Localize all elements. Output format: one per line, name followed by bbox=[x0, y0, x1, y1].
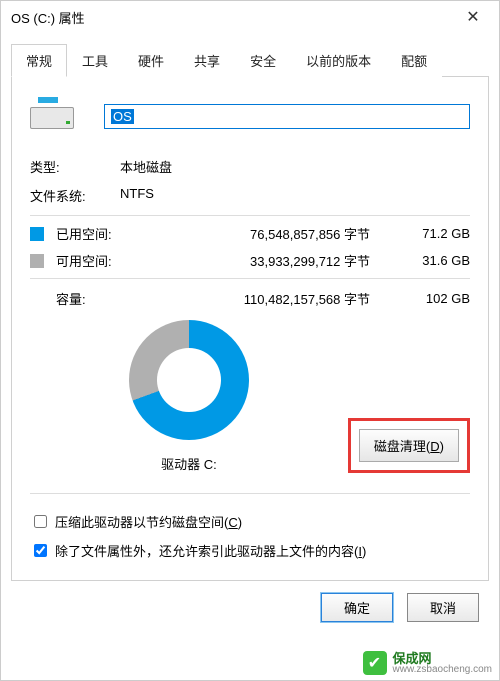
separator bbox=[30, 215, 470, 216]
used-bytes: 76,548,857,856 字节 bbox=[142, 224, 410, 243]
tab-security[interactable]: 安全 bbox=[235, 44, 291, 77]
tab-tools[interactable]: 工具 bbox=[67, 44, 123, 77]
watermark-url: www.zsbaocheng.com bbox=[393, 665, 493, 675]
tab-previous[interactable]: 以前的版本 bbox=[291, 44, 386, 77]
free-human: 31.6 GB bbox=[410, 253, 470, 268]
used-human: 71.2 GB bbox=[410, 226, 470, 241]
separator bbox=[30, 493, 470, 494]
drive-name-value: OS bbox=[111, 109, 134, 124]
tab-strip: 常规 工具 硬件 共享 安全 以前的版本 配额 bbox=[11, 43, 489, 77]
close-button[interactable]: ✕ bbox=[453, 4, 493, 30]
watermark-logo-icon: ✔ bbox=[363, 651, 387, 675]
capacity-label: 容量: bbox=[56, 289, 142, 308]
tab-general[interactable]: 常规 bbox=[11, 44, 67, 77]
separator bbox=[30, 278, 470, 279]
watermark-name: 保成网 bbox=[393, 652, 493, 665]
compress-label: 压缩此驱动器以节约磁盘空间(C) bbox=[55, 512, 242, 531]
highlight-box: 磁盘清理(D) bbox=[348, 418, 470, 473]
cancel-button[interactable]: 取消 bbox=[407, 593, 479, 622]
dialog-footer: 确定 取消 bbox=[11, 581, 489, 634]
used-label: 已用空间: bbox=[56, 224, 142, 243]
general-panel: OS 类型: 本地磁盘 文件系统: NTFS 已用空间: 76,548,857,… bbox=[11, 77, 489, 581]
tab-hardware[interactable]: 硬件 bbox=[123, 44, 179, 77]
fs-label: 文件系统: bbox=[30, 186, 120, 205]
drive-name-input[interactable]: OS bbox=[104, 104, 470, 129]
index-checkbox-row[interactable]: 除了文件属性外，还允许索引此驱动器上文件的内容(I) bbox=[30, 541, 470, 560]
ok-button[interactable]: 确定 bbox=[321, 593, 393, 622]
capacity-bytes: 110,482,157,568 字节 bbox=[142, 289, 410, 308]
drive-label: 驱动器 C: bbox=[161, 454, 217, 473]
free-swatch-icon bbox=[30, 254, 44, 268]
window-title: OS (C:) 属性 bbox=[11, 8, 85, 27]
free-label: 可用空间: bbox=[56, 251, 142, 270]
compress-checkbox-row[interactable]: 压缩此驱动器以节约磁盘空间(C) bbox=[30, 512, 470, 531]
titlebar: OS (C:) 属性 ✕ bbox=[1, 1, 499, 33]
disk-cleanup-button[interactable]: 磁盘清理(D) bbox=[359, 429, 459, 462]
close-icon: ✕ bbox=[466, 7, 479, 27]
drive-icon bbox=[30, 97, 74, 135]
capacity-human: 102 GB bbox=[410, 291, 470, 306]
tab-quota[interactable]: 配额 bbox=[386, 44, 442, 77]
index-label: 除了文件属性外，还允许索引此驱动器上文件的内容(I) bbox=[55, 541, 366, 560]
fs-value: NTFS bbox=[120, 186, 154, 205]
type-value: 本地磁盘 bbox=[120, 157, 172, 176]
type-label: 类型: bbox=[30, 157, 120, 176]
usage-pie-chart bbox=[129, 320, 249, 440]
tab-sharing[interactable]: 共享 bbox=[179, 44, 235, 77]
index-checkbox[interactable] bbox=[34, 544, 47, 557]
used-swatch-icon bbox=[30, 227, 44, 241]
watermark: ✔ 保成网 www.zsbaocheng.com bbox=[359, 649, 497, 677]
free-bytes: 33,933,299,712 字节 bbox=[142, 251, 410, 270]
compress-checkbox[interactable] bbox=[34, 515, 47, 528]
